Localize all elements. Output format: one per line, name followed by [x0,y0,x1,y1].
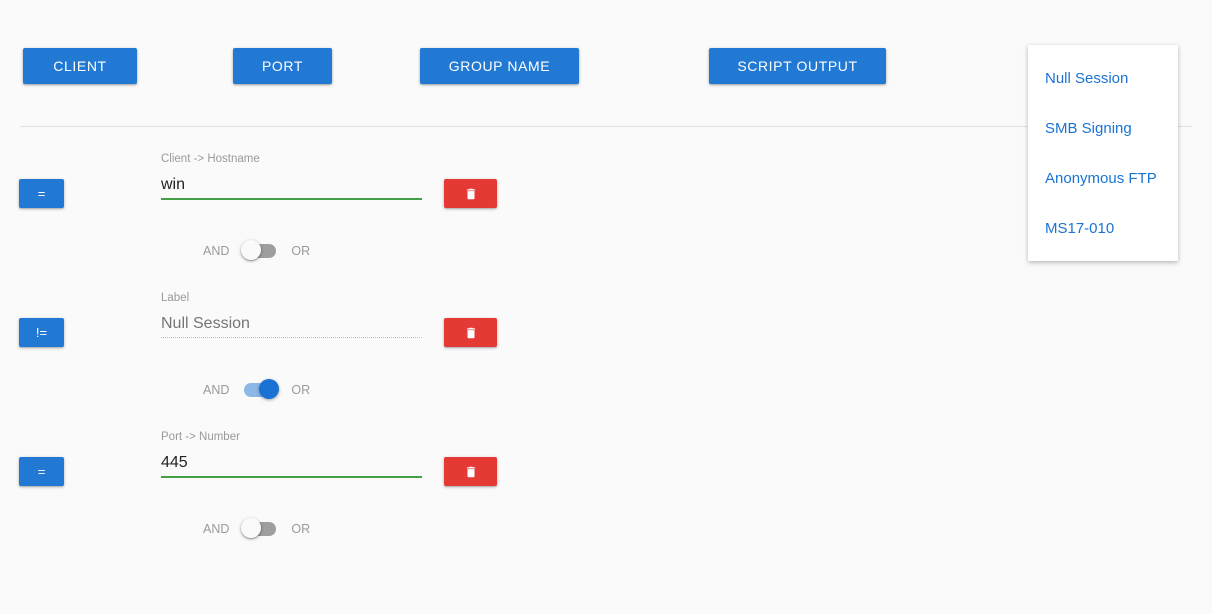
rule-row: = Port -> Number AND OR [0,404,1212,543]
connector-and-label: AND [203,383,230,397]
switch-knob [259,379,280,399]
suggestions-dropdown: Null Session SMB Signing Anonymous FTP M… [1028,45,1178,261]
connector-toggle-group: AND OR [203,517,310,541]
category-button-port[interactable]: PORT [233,48,332,84]
connector-and-label: AND [203,244,230,258]
category-button-group-name[interactable]: GROUP NAME [420,48,579,84]
dropdown-item-null-session[interactable]: Null Session [1028,53,1178,103]
connector-toggle-group: AND OR [203,239,310,263]
and-or-switch[interactable] [241,518,279,540]
field-label: Client -> Hostname [161,153,260,165]
and-or-switch[interactable] [241,240,279,262]
field-label: Port -> Number [161,431,240,443]
field-underline [161,198,422,200]
field-underline [161,476,422,478]
operator-button[interactable]: = [19,457,64,486]
rule-value-input[interactable] [161,307,422,337]
delete-rule-button[interactable] [444,457,497,486]
rule-row: != Label AND OR [0,265,1212,404]
delete-rule-button[interactable] [444,318,497,347]
category-button-client[interactable]: CLIENT [23,48,137,84]
connector-and-label: AND [203,522,230,536]
dropdown-item-ms17-010[interactable]: MS17-010 [1028,203,1178,253]
connector-toggle-group: AND OR [203,378,310,402]
operator-button[interactable]: != [19,318,64,347]
trash-icon [464,464,478,480]
field-label: Label [161,292,190,304]
dropdown-item-anonymous-ftp[interactable]: Anonymous FTP [1028,153,1178,203]
trash-icon [464,186,478,202]
and-or-switch[interactable] [241,379,280,401]
connector-or-label: OR [291,383,311,397]
trash-icon [464,325,478,341]
category-button-script-output[interactable]: SCRIPT OUTPUT [709,48,886,84]
rule-field: Client -> Hostname [161,152,422,200]
rule-value-input[interactable] [161,168,422,198]
field-underline [161,337,422,338]
operator-button[interactable]: = [19,179,64,208]
rule-field: Label [161,291,422,338]
rule-field: Port -> Number [161,430,422,478]
connector-or-label: OR [291,244,311,258]
delete-rule-button[interactable] [444,179,497,208]
dropdown-item-smb-signing[interactable]: SMB Signing [1028,103,1178,153]
rule-value-input[interactable] [161,446,422,476]
connector-or-label: OR [291,522,311,536]
